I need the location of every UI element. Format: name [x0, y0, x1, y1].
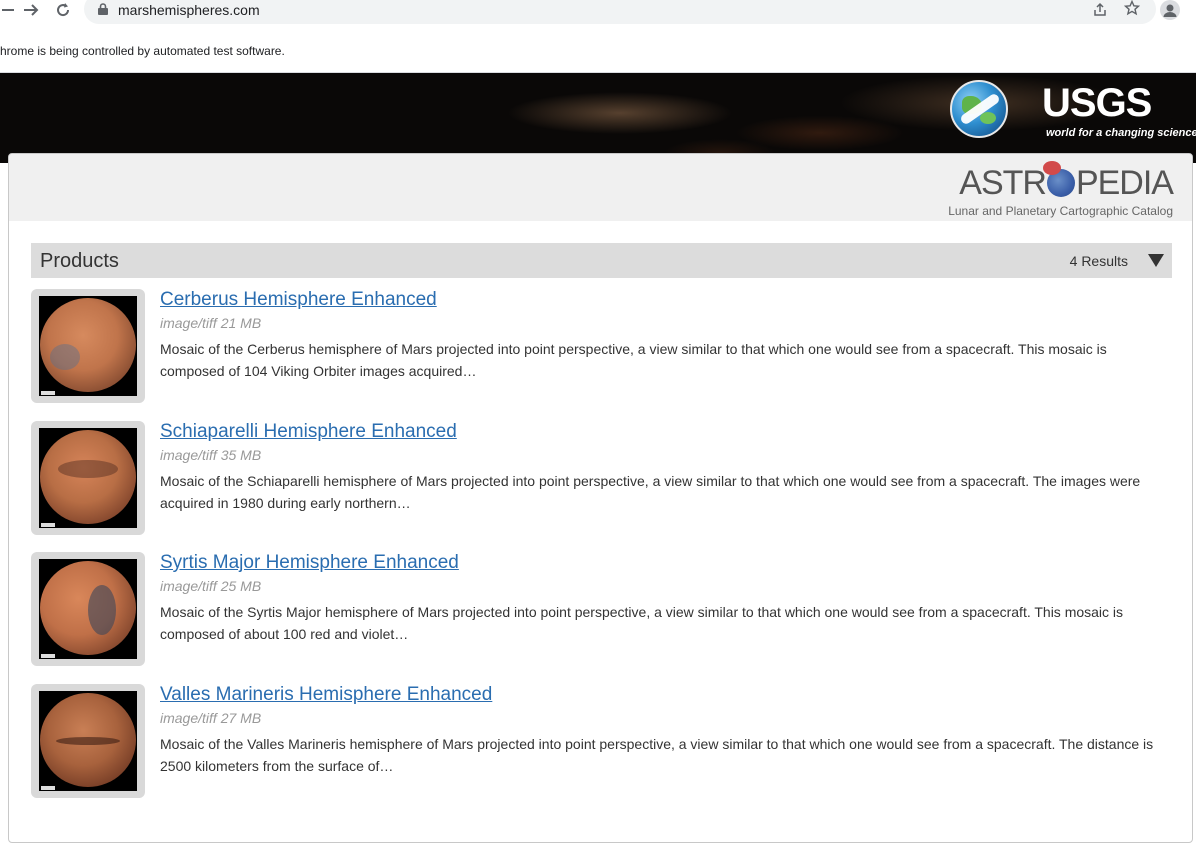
product-item-syrtis-major: Syrtis Major Hemisphere Enhanced image/t…: [31, 552, 1172, 668]
browser-toolbar: marshemispheres.com: [0, 0, 1196, 28]
product-description: Mosaic of the Valles Marineris hemispher…: [160, 736, 1154, 774]
product-description: Mosaic of the Syrtis Major hemisphere of…: [160, 604, 1124, 642]
results-count: 4 Results: [1069, 253, 1128, 269]
catalog-card: ASTR PEDIA Lunar and Planetary Cartograph…: [8, 153, 1193, 843]
product-meta: image/tiff 27 MB: [160, 710, 262, 726]
product-item-cerberus: Cerberus Hemisphere Enhanced image/tiff …: [31, 289, 1172, 405]
product-item-schiaparelli: Schiaparelli Hemisphere Enhanced image/t…: [31, 421, 1172, 537]
mars-hemisphere-image: [40, 693, 136, 787]
lock-icon: [98, 2, 108, 20]
reload-icon[interactable]: [52, 0, 74, 20]
share-icon[interactable]: [1092, 1, 1108, 22]
infobar-message: hrome is being controlled by automated t…: [0, 44, 285, 58]
product-meta: image/tiff 25 MB: [160, 578, 262, 594]
products-title: Products: [40, 250, 119, 272]
address-bar[interactable]: marshemispheres.com: [84, 0, 1156, 24]
logo-text-right: PEDIA: [1075, 164, 1174, 202]
usgs-globe-logo[interactable]: [950, 80, 1008, 138]
product-description: Mosaic of the Cerberus hemisphere of Mar…: [160, 341, 1107, 379]
profile-icon[interactable]: [1160, 0, 1180, 20]
product-title-link[interactable]: Syrtis Major Hemisphere Enhanced: [160, 552, 459, 574]
banner-texture: [0, 73, 1196, 163]
automation-infobar: hrome is being controlled by automated t…: [0, 28, 1196, 73]
catalog-subtitle: Lunar and Planetary Cartographic Catalog: [948, 204, 1173, 218]
product-thumbnail[interactable]: [31, 421, 145, 535]
product-thumbnail[interactable]: [31, 552, 145, 666]
product-thumbnail[interactable]: [31, 289, 145, 403]
product-title-link[interactable]: Valles Marineris Hemisphere Enhanced: [160, 684, 492, 706]
product-meta: image/tiff 21 MB: [160, 315, 262, 331]
product-thumbnail[interactable]: [31, 684, 145, 798]
url-text[interactable]: marshemispheres.com: [118, 2, 260, 18]
usgs-wordmark[interactable]: USGS: [1042, 83, 1152, 123]
triangle-down-icon[interactable]: [1148, 254, 1164, 267]
product-title-link[interactable]: Cerberus Hemisphere Enhanced: [160, 289, 437, 311]
forward-arrow-icon[interactable]: [20, 0, 42, 20]
product-description: Mosaic of the Schiaparelli hemisphere of…: [160, 473, 1141, 511]
mars-hemisphere-image: [40, 298, 136, 392]
astropedia-logo[interactable]: ASTR PEDIA: [959, 161, 1174, 202]
mars-hemisphere-image: [40, 430, 136, 524]
planet-o-icon: [1042, 161, 1075, 197]
product-title-link[interactable]: Schiaparelli Hemisphere Enhanced: [160, 421, 457, 443]
star-icon[interactable]: [1123, 0, 1141, 21]
mars-hemisphere-image: [40, 561, 136, 655]
catalog-header: ASTR PEDIA Lunar and Planetary Cartograph…: [9, 154, 1192, 221]
mars-banner: USGS world for a changing science: [0, 73, 1196, 163]
product-item-valles-marineris: Valles Marineris Hemisphere Enhanced ima…: [31, 684, 1172, 800]
usgs-tagline: world for a changing science: [1046, 127, 1196, 139]
products-bar: Products 4 Results: [31, 243, 1172, 278]
back-arrow-icon[interactable]: [0, 0, 14, 20]
logo-text-left: ASTR: [959, 164, 1047, 202]
product-meta: image/tiff 35 MB: [160, 447, 262, 463]
